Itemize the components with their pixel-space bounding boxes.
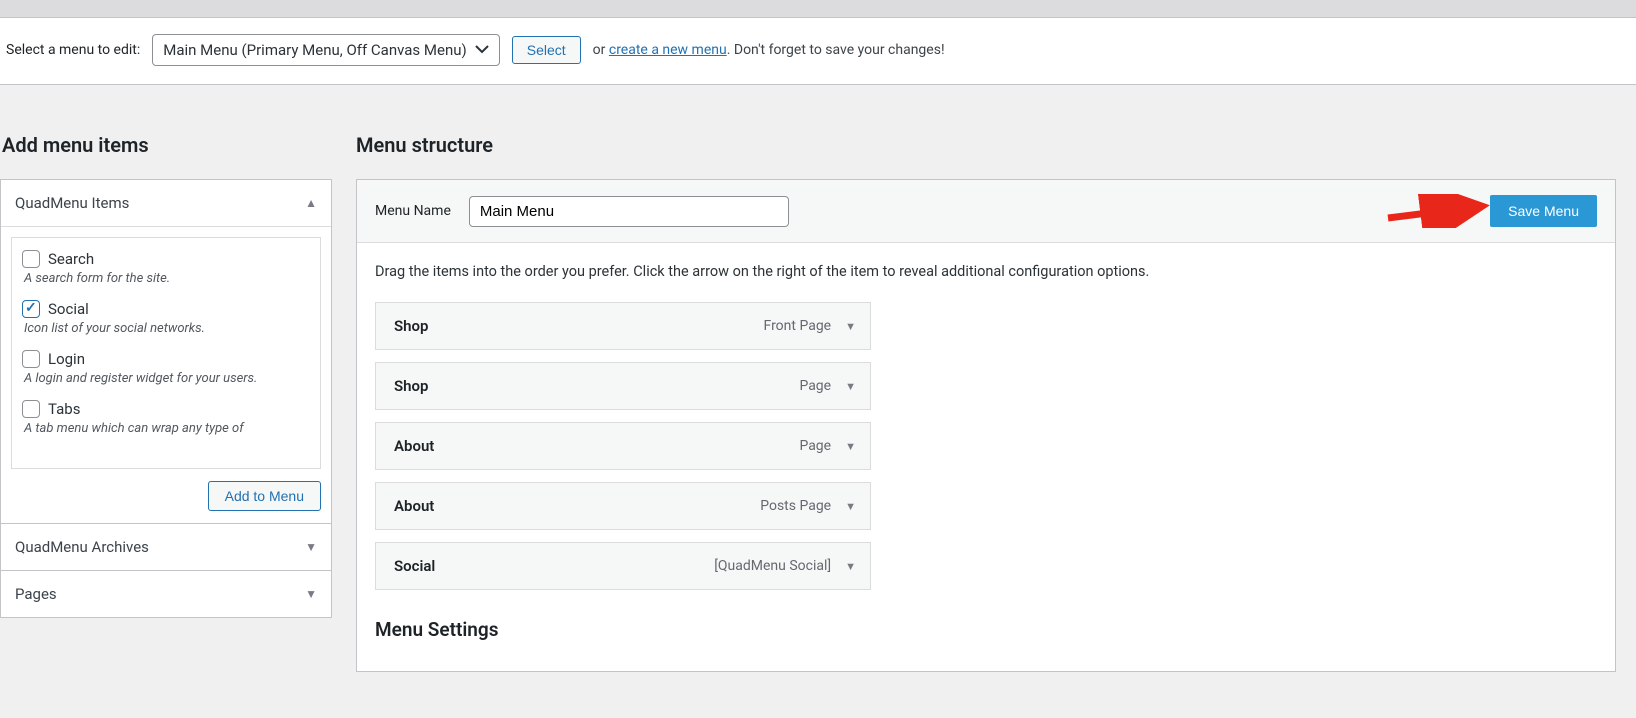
item-tabs: Tabs A tab menu which can wrap any type … xyxy=(22,400,310,436)
annotation-arrow xyxy=(1386,194,1490,228)
create-menu-hint: or create a new menu. Don't forget to sa… xyxy=(593,42,945,58)
checkbox-search[interactable] xyxy=(22,250,40,268)
select-button[interactable]: Select xyxy=(512,36,581,64)
menu-item-shop-page[interactable]: Shop Page ▼ xyxy=(375,362,871,410)
triangle-down-icon[interactable]: ▼ xyxy=(845,500,856,513)
triangle-down-icon[interactable]: ▼ xyxy=(845,320,856,333)
save-menu-button[interactable]: Save Menu xyxy=(1490,195,1597,227)
menu-item-type: Page xyxy=(799,438,831,454)
structure-header: Menu Name Save Menu xyxy=(357,180,1615,243)
item-login: Login A login and register widget for yo… xyxy=(22,350,310,386)
panel-title: Pages xyxy=(15,585,57,603)
triangle-down-icon[interactable]: ▼ xyxy=(845,440,856,453)
menu-item-label: About xyxy=(394,497,434,515)
triangle-down-icon: ▼ xyxy=(305,540,317,554)
menu-item-type: Page xyxy=(799,378,831,394)
checkbox-social[interactable] xyxy=(22,300,40,318)
menu-item-type: Posts Page xyxy=(760,498,831,514)
menu-settings-heading: Menu Settings xyxy=(375,618,1597,641)
menu-item-label: Shop xyxy=(394,377,428,395)
create-new-menu-link[interactable]: create a new menu xyxy=(609,42,727,58)
checkbox-tabs[interactable] xyxy=(22,400,40,418)
item-desc: A login and register widget for your use… xyxy=(24,371,310,386)
panel-header-pages[interactable]: Pages ▼ xyxy=(1,571,331,617)
chevron-down-icon xyxy=(475,43,489,57)
item-desc: A tab menu which can wrap any type of xyxy=(24,421,310,436)
item-desc: A search form for the site. xyxy=(24,271,310,286)
triangle-down-icon: ▼ xyxy=(305,587,317,601)
menu-item-type: [QuadMenu Social] xyxy=(714,558,831,574)
menu-structure-box: Menu Name Save Menu Drag the items into … xyxy=(356,179,1616,672)
panel-title: QuadMenu Items xyxy=(15,194,129,212)
edit-menu-bar: Select a menu to edit: Main Menu (Primar… xyxy=(0,18,1636,85)
item-search: Search A search form for the site. xyxy=(22,250,310,286)
item-social: Social Icon list of your social networks… xyxy=(22,300,310,336)
triangle-up-icon: ▲ xyxy=(305,196,317,210)
select-menu-label: Select a menu to edit: xyxy=(6,42,140,58)
panel-quadmenu-archives: QuadMenu Archives ▼ xyxy=(0,524,332,571)
panel-header-quadmenu-items[interactable]: QuadMenu Items ▲ xyxy=(1,180,331,226)
quadmenu-item-list[interactable]: Search A search form for the site. Socia… xyxy=(12,238,320,468)
menu-item-type: Front Page xyxy=(764,318,832,334)
menu-item-about-postspage[interactable]: About Posts Page ▼ xyxy=(375,482,871,530)
panel-title: QuadMenu Archives xyxy=(15,538,149,556)
triangle-down-icon[interactable]: ▼ xyxy=(845,380,856,393)
menu-structure-heading: Menu structure xyxy=(356,133,1616,157)
menu-item-about-page[interactable]: About Page ▼ xyxy=(375,422,871,470)
panel-header-quadmenu-archives[interactable]: QuadMenu Archives ▼ xyxy=(1,524,331,570)
menu-item-social[interactable]: Social [QuadMenu Social] ▼ xyxy=(375,542,871,590)
top-bar xyxy=(0,0,1636,18)
menu-item-label: Shop xyxy=(394,317,428,335)
add-menu-items-heading: Add menu items xyxy=(0,133,332,157)
menu-item-label: Social xyxy=(394,557,435,575)
checkbox-login[interactable] xyxy=(22,350,40,368)
menu-items-list: Shop Front Page▼ Shop Page▼ About Page▼ … xyxy=(375,302,871,590)
item-desc: Icon list of your social networks. xyxy=(24,321,310,336)
drag-instruction: Drag the items into the order you prefer… xyxy=(375,263,1597,280)
triangle-down-icon[interactable]: ▼ xyxy=(845,560,856,573)
menu-select-value: Main Menu (Primary Menu, Off Canvas Menu… xyxy=(163,41,466,59)
menu-name-input[interactable] xyxy=(469,196,789,227)
menu-name-label: Menu Name xyxy=(375,203,451,219)
panel-quadmenu-items: QuadMenu Items ▲ Search A search form fo… xyxy=(0,179,332,524)
menu-item-shop-frontpage[interactable]: Shop Front Page ▼ xyxy=(375,302,871,350)
panel-pages: Pages ▼ xyxy=(0,571,332,618)
menu-item-label: About xyxy=(394,437,434,455)
menu-select-dropdown[interactable]: Main Menu (Primary Menu, Off Canvas Menu… xyxy=(152,34,499,66)
add-to-menu-button[interactable]: Add to Menu xyxy=(208,481,321,511)
